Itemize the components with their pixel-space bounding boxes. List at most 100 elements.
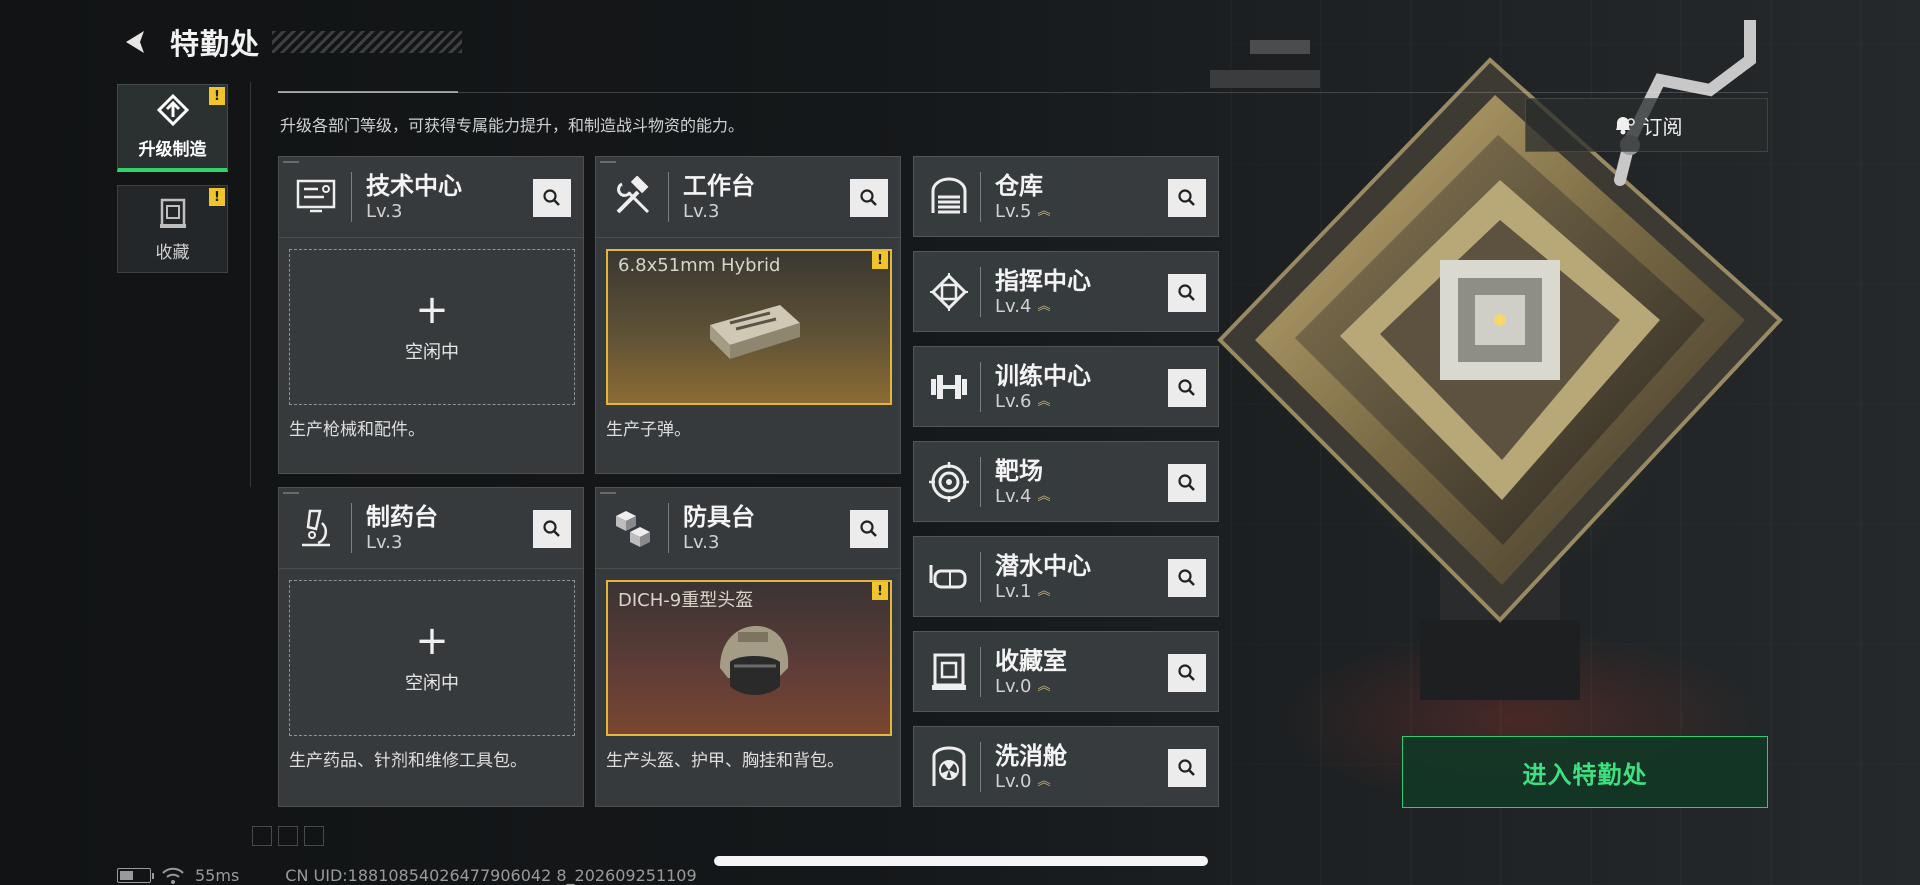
station-name: 收藏室 bbox=[995, 646, 1067, 675]
search-icon bbox=[1178, 474, 1195, 491]
station-command-center[interactable]: 指挥中心 Lv.4 ︽ bbox=[913, 251, 1219, 332]
upgrade-icon bbox=[156, 93, 189, 127]
station-decon-chamber[interactable]: 洗消舱 Lv.0 ︽ bbox=[913, 726, 1219, 807]
station-names: 技术中心 Lv.3 bbox=[366, 171, 462, 223]
station-description: 生产子弹。 bbox=[606, 420, 691, 440]
station-description: 生产头盔、护甲、胸挂和背包。 bbox=[606, 751, 844, 771]
station-level: Lv.3 bbox=[683, 201, 720, 222]
back-arrow-icon[interactable] bbox=[118, 25, 152, 59]
station-level: Lv.3 bbox=[366, 532, 403, 553]
station-names: 防具台 Lv.3 bbox=[683, 502, 755, 554]
upgrade-chevron-icon: ︽ bbox=[1037, 774, 1051, 789]
enter-facility-button[interactable]: 进入特勤处 bbox=[1402, 736, 1768, 808]
search-button[interactable] bbox=[1168, 464, 1206, 502]
chip-icon bbox=[924, 267, 974, 317]
station-level: Lv.0 bbox=[995, 675, 1032, 697]
station-name: 训练中心 bbox=[995, 361, 1091, 390]
station-diving-center[interactable]: 潜水中心 Lv.1 ︽ bbox=[913, 536, 1219, 617]
search-button[interactable] bbox=[1168, 749, 1206, 787]
station-workbench: 工作台 Lv.3 6.8x51mm Hybrid ! 生产子弹。 bbox=[595, 156, 901, 474]
station-names: 潜水中心 Lv.1 ︽ bbox=[995, 551, 1091, 603]
station-collection-room[interactable]: 收藏室 Lv.0 ︽ bbox=[913, 631, 1219, 712]
station-tech-center: 技术中心 Lv.3 + 空闲中 生产枪械和配件。 bbox=[278, 156, 584, 474]
station-header[interactable]: 防具台 Lv.3 bbox=[596, 488, 900, 569]
upgrade-chevron-icon: ︽ bbox=[1037, 584, 1051, 599]
user-uid: CN UID:18810854026477906042 8_2026092511… bbox=[285, 866, 697, 885]
upgrade-chevron-icon: ︽ bbox=[1037, 679, 1051, 694]
subscribe-button[interactable]: 订阅 bbox=[1525, 98, 1768, 152]
header-divider bbox=[278, 92, 1768, 93]
warning-badge: ! bbox=[872, 251, 888, 269]
station-header[interactable]: 工作台 Lv.3 bbox=[596, 157, 900, 238]
quick-slot-icon[interactable] bbox=[304, 826, 324, 846]
separator bbox=[980, 741, 981, 792]
level-line: Lv.0 ︽ bbox=[995, 771, 1067, 793]
search-button[interactable] bbox=[533, 179, 571, 217]
level-line: Lv.4 ︽ bbox=[995, 296, 1091, 318]
production-slot-ammo[interactable]: 6.8x51mm Hybrid ! bbox=[606, 249, 892, 405]
search-button[interactable] bbox=[1168, 274, 1206, 312]
search-button[interactable] bbox=[850, 510, 888, 548]
hammer-wrench-icon bbox=[604, 168, 662, 226]
header: 特勤处 bbox=[118, 20, 463, 64]
tab-label: 升级制造 bbox=[138, 140, 207, 160]
corner-tick bbox=[600, 161, 616, 163]
station-name: 制药台 bbox=[366, 503, 438, 531]
station-names: 洗消舱 Lv.0 ︽ bbox=[995, 741, 1067, 793]
production-slot-helmet[interactable]: DICH-9重型头盔 ! bbox=[606, 580, 892, 736]
search-icon bbox=[543, 189, 560, 206]
page-subtitle: 升级各部门等级，可获得专属能力提升，和制造战斗物资的能力。 bbox=[280, 116, 745, 135]
search-icon bbox=[1178, 379, 1195, 396]
helmet-icon bbox=[720, 626, 789, 695]
station-training-center[interactable]: 训练中心 Lv.6 ︽ bbox=[913, 346, 1219, 427]
warning-badge: ! bbox=[209, 188, 225, 206]
warning-badge: ! bbox=[209, 87, 225, 105]
corner-tick bbox=[600, 492, 616, 494]
search-button[interactable] bbox=[1168, 559, 1206, 597]
warning-badge: ! bbox=[872, 582, 888, 600]
search-icon bbox=[1178, 569, 1195, 586]
home-indicator[interactable] bbox=[714, 856, 1208, 866]
station-header[interactable]: 技术中心 Lv.3 bbox=[279, 157, 583, 238]
station-level: Lv.3 bbox=[683, 532, 720, 553]
search-button[interactable] bbox=[533, 510, 571, 548]
station-names: 工作台 Lv.3 bbox=[683, 171, 755, 223]
station-header[interactable]: 制药台 Lv.3 bbox=[279, 488, 583, 569]
ammo-box-icon bbox=[710, 305, 800, 359]
search-button[interactable] bbox=[1168, 369, 1206, 407]
station-warehouse[interactable]: 仓库 Lv.5 ︽ bbox=[913, 156, 1219, 237]
header-divider-highlight bbox=[278, 91, 458, 93]
battery-icon bbox=[117, 868, 154, 883]
separator bbox=[980, 551, 981, 602]
production-slot-empty[interactable]: + 空闲中 bbox=[289, 580, 575, 736]
search-button[interactable] bbox=[1168, 179, 1206, 217]
add-icon: + bbox=[415, 618, 449, 664]
tab-label: 收藏 bbox=[155, 242, 190, 263]
separator bbox=[980, 456, 981, 507]
idle-status: 空闲中 bbox=[405, 342, 459, 363]
station-level: Lv.6 bbox=[995, 390, 1032, 412]
station-name: 防具台 bbox=[683, 503, 755, 531]
separator bbox=[980, 646, 981, 697]
subscribe-label: 订阅 bbox=[1642, 114, 1683, 139]
station-names: 靶场 Lv.4 ︽ bbox=[995, 456, 1050, 508]
station-pharmacy: 制药台 Lv.3 + 空闲中 生产药品、针剂和维修工具包。 bbox=[278, 487, 584, 807]
search-icon bbox=[860, 189, 877, 206]
dumbbell-icon bbox=[924, 362, 974, 412]
quick-slot-icon[interactable] bbox=[252, 826, 272, 846]
search-button[interactable] bbox=[850, 179, 888, 217]
status-bar: 55ms CN UID:18810854026477906042 8_20260… bbox=[117, 866, 697, 885]
level-line: Lv.1 ︽ bbox=[995, 581, 1091, 603]
production-slot-empty[interactable]: + 空闲中 bbox=[289, 249, 575, 405]
tab-upgrade-craft[interactable]: ! 升级制造 bbox=[117, 84, 228, 172]
search-button[interactable] bbox=[1168, 654, 1206, 692]
quick-slot-icon[interactable] bbox=[278, 826, 298, 846]
tab-collection[interactable]: ! 收藏 bbox=[117, 185, 228, 273]
station-shooting-range[interactable]: 靶场 Lv.4 ︽ bbox=[913, 441, 1219, 522]
station-armor: 防具台 Lv.3 DICH-9重型头盔 ! 生产头盔、护甲、胸挂和背包。 bbox=[595, 487, 901, 807]
station-level: Lv.4 bbox=[995, 295, 1032, 317]
upgrade-chevron-icon: ︽ bbox=[1037, 204, 1051, 219]
station-names: 指挥中心 Lv.4 ︽ bbox=[995, 266, 1091, 318]
level-line: Lv.4 ︽ bbox=[995, 486, 1050, 508]
battery-fill bbox=[120, 871, 133, 880]
